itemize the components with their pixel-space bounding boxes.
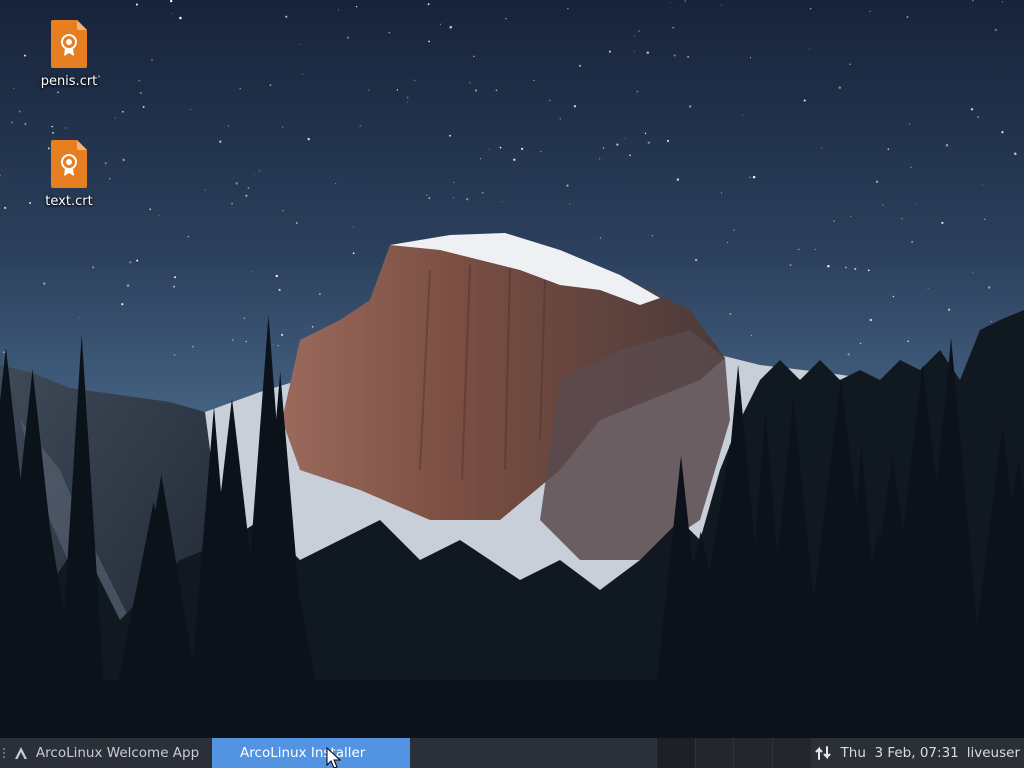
task-arcolinux-welcome-app[interactable]: ArcoLinux Welcome App [8, 738, 212, 768]
system-tray: Thu 3 Feb, 07:31 liveuser [811, 738, 1024, 768]
task-arcolinux-installer[interactable]: ArcoLinux Installer [212, 738, 411, 768]
taskbar-empty-area [410, 738, 656, 768]
user-name[interactable]: liveuser [967, 745, 1020, 761]
desktop-icon-penis-crt[interactable]: penis.crt [29, 20, 109, 89]
desktop-icon-label: penis.crt [40, 74, 98, 89]
desktop-icon-label: text.crt [45, 194, 93, 209]
certificate-file-icon [51, 20, 87, 68]
desktop-icon-text-crt[interactable]: text.crt [29, 140, 109, 209]
taskbar: ArcoLinux Welcome App ArcoLinux Installe… [0, 738, 1024, 768]
workspace-3[interactable] [733, 738, 772, 768]
certificate-file-icon [51, 140, 87, 188]
workspace-2[interactable] [694, 738, 734, 768]
workspace-4[interactable] [771, 738, 811, 768]
clock[interactable]: Thu 3 Feb, 07:31 [841, 745, 959, 761]
desktop-wallpaper [0, 0, 1024, 738]
panel-grip-handle[interactable] [0, 738, 8, 768]
workspace-1[interactable] [656, 738, 695, 768]
task-label: ArcoLinux Installer [240, 745, 366, 761]
task-label: ArcoLinux Welcome App [35, 745, 200, 761]
network-updown-arrows-icon[interactable] [815, 745, 831, 761]
arcolinux-logo-icon [14, 746, 28, 760]
